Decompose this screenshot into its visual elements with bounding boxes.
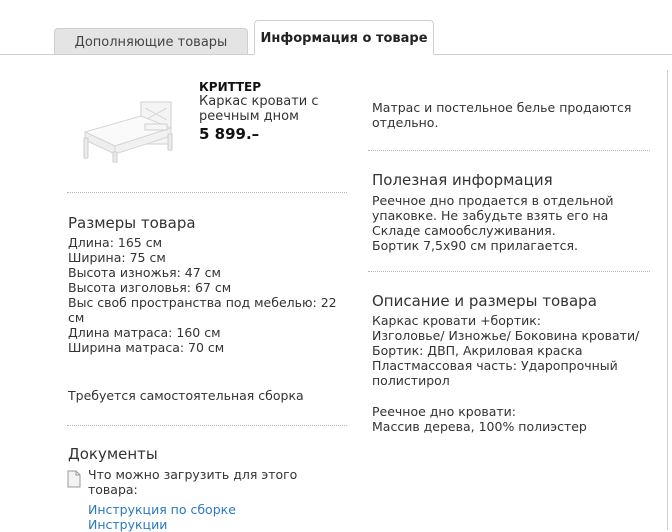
product-price: 5 899.–: [199, 125, 260, 143]
description-line: Массив дерева, 100% полиэстер: [372, 419, 587, 434]
dimension-line: Высота изголовья: 67 см: [68, 280, 232, 295]
description-line: Изголовье/ Изножье/ Боковина кровати/: [372, 328, 640, 343]
divider: [434, 54, 672, 55]
tab-bar: Дополняющие товары Информация о товаре: [0, 0, 672, 55]
description-line: Бортик: ДВП, Акриловая краска: [372, 343, 583, 358]
description-text-slats: Реечное дно кровати: Массив дерева, 100%…: [372, 404, 587, 434]
useful-info-line: Реечное дно продается в отдельной: [372, 193, 614, 208]
instructions-link[interactable]: Инструкции: [88, 517, 167, 532]
useful-info-text: Реечное дно продается в отдельной упаков…: [372, 193, 614, 253]
bed-frame-image: [83, 101, 173, 163]
useful-info-line: Бортик 7,5x90 см прилагается.: [372, 238, 578, 253]
divider: [67, 425, 347, 426]
useful-info-line: Складе самообслуживания.: [372, 223, 556, 238]
dimension-line: см: [68, 310, 85, 325]
divider: [67, 192, 347, 193]
panel-border: [667, 70, 668, 530]
product-description: Каркас кровати с реечным дном: [199, 94, 319, 124]
description-line: Пластмассовая часть: Ударопрочный: [372, 358, 618, 373]
documents-intro-line: товара:: [88, 482, 138, 497]
dimension-line: Ширина матраса: 70 см: [68, 340, 225, 355]
description-line: Каркас кровати +бортик:: [372, 313, 541, 328]
description-line: полистирол: [372, 373, 450, 388]
tab-complementary-products[interactable]: Дополняющие товары: [54, 28, 248, 55]
documents-intro: Что можно загрузить для этого товара:: [88, 467, 297, 497]
dimensions-heading: Размеры товара: [68, 214, 196, 232]
mattress-note-line: Матрас и постельное белье продаются: [372, 100, 632, 115]
dimension-line: Длина матраса: 160 см: [68, 325, 221, 340]
assembly-instructions-link[interactable]: Инструкция по сборке: [88, 502, 236, 517]
divider: [0, 54, 254, 55]
divider: [368, 150, 650, 151]
useful-info-line: упаковке. Не забудьте взять его на: [372, 208, 609, 223]
tab-label: Дополняющие товары: [74, 34, 228, 50]
documents-intro-line: Что можно загрузить для этого: [88, 467, 298, 482]
useful-info-heading: Полезная информация: [372, 171, 553, 189]
dimension-line: Выс своб пространства под мебелью: 22: [68, 295, 337, 310]
document-icon: [67, 470, 81, 488]
description-heading: Описание и размеры товара: [372, 292, 597, 310]
dimension-line: Длина: 165 см: [68, 235, 163, 250]
dimension-line: Ширина: 75 см: [68, 250, 166, 265]
tab-product-info[interactable]: Информация о товаре: [254, 20, 434, 55]
mattress-note-line: отдельно.: [372, 115, 439, 130]
mattress-note: Матрас и постельное белье продаются отде…: [372, 100, 631, 130]
tab-label: Информация о товаре: [260, 30, 428, 46]
documents-heading: Документы: [68, 445, 158, 463]
divider: [368, 271, 650, 272]
description-text: Каркас кровати +бортик: Изголовье/ Изнож…: [372, 313, 639, 388]
assembly-note: Требуется самостоятельная сборка: [68, 388, 304, 403]
product-name[interactable]: КРИТТЕР: [199, 80, 261, 94]
dimensions-list: Длина: 165 см Ширина: 75 см Высота изнож…: [68, 235, 337, 355]
description-line: Реечное дно кровати:: [372, 404, 517, 419]
dimension-line: Высота изножья: 47 см: [68, 265, 221, 280]
